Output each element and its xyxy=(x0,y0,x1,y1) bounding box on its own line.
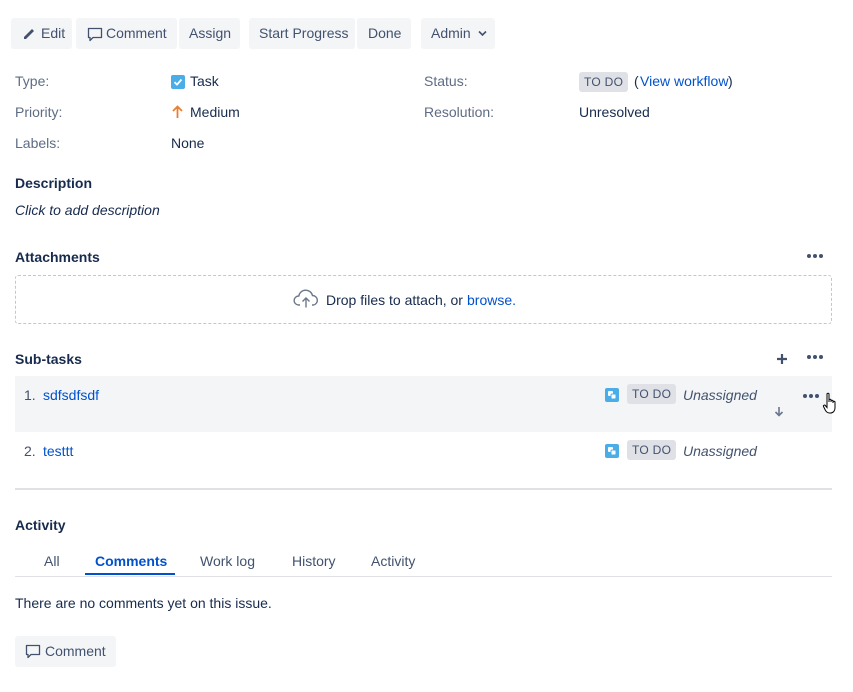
attachments-more-icon[interactable] xyxy=(807,254,827,260)
view-workflow-link[interactable]: View workflow xyxy=(640,72,728,90)
priority-label: Priority: xyxy=(15,104,63,120)
move-down-icon[interactable] xyxy=(774,406,784,417)
tab-history[interactable]: History xyxy=(292,552,336,570)
subtask-row[interactable]: 2. testtt TO DO Unassigned xyxy=(15,432,832,488)
description-heading: Description xyxy=(15,175,93,191)
tab-activity[interactable]: Activity xyxy=(371,552,415,570)
type-value: Task xyxy=(190,73,219,89)
subtask-link[interactable]: sdfsdfsdf xyxy=(43,386,99,404)
start-progress-label: Start Progress xyxy=(259,25,349,41)
status-label: Status: xyxy=(424,73,468,89)
comment-label: Comment xyxy=(106,25,167,41)
active-tab-indicator xyxy=(85,573,175,575)
view-workflow-close-paren: ) xyxy=(728,73,733,89)
admin-dropdown[interactable]: Admin xyxy=(421,18,495,49)
plus-icon[interactable] xyxy=(776,353,788,365)
subtask-link[interactable]: testtt xyxy=(43,442,73,460)
admin-label: Admin xyxy=(431,25,471,41)
subtask-assignee[interactable]: Unassigned xyxy=(683,386,757,404)
subtask-icon xyxy=(605,388,619,402)
activity-heading: Activity xyxy=(15,517,66,533)
done-button[interactable]: Done xyxy=(357,18,411,49)
subtask-status-lozenge[interactable]: TO DO xyxy=(627,440,677,460)
hand-cursor-icon xyxy=(822,392,836,414)
priority-medium-icon xyxy=(172,105,183,118)
comment-icon xyxy=(25,644,41,659)
cloud-upload-icon xyxy=(293,289,318,308)
drop-files-text: Drop files to attach, or xyxy=(326,292,463,308)
subtask-number: 1. xyxy=(24,387,36,403)
view-workflow-open-paren: ( xyxy=(634,73,639,89)
section-divider xyxy=(15,488,832,490)
add-comment-label: Comment xyxy=(45,643,106,659)
attachments-heading: Attachments xyxy=(15,249,100,265)
subtask-icon xyxy=(605,444,619,458)
assign-label: Assign xyxy=(189,25,232,41)
subtask-row[interactable]: 1. sdfsdfsdf TO DO Unassigned xyxy=(15,376,832,432)
type-label: Type: xyxy=(15,73,50,89)
subtask-actions-icon[interactable] xyxy=(803,394,823,400)
resolution-label: Resolution: xyxy=(424,104,495,120)
done-label: Done xyxy=(368,25,402,41)
subtask-number: 2. xyxy=(24,443,36,459)
resolution-value: Unresolved xyxy=(579,104,650,120)
labels-label: Labels: xyxy=(15,135,61,151)
no-comments-message: There are no comments yet on this issue. xyxy=(15,595,272,611)
chevron-down-icon xyxy=(478,30,487,37)
tab-comments[interactable]: Comments xyxy=(95,552,167,570)
add-comment-button[interactable]: Comment xyxy=(15,636,116,667)
description-placeholder[interactable]: Click to add description xyxy=(15,201,160,219)
tabs-baseline xyxy=(15,576,832,577)
subtasks-heading: Sub-tasks xyxy=(15,351,82,367)
browse-link[interactable]: browse. xyxy=(467,291,516,309)
edit-label: Edit xyxy=(41,25,66,41)
pencil-icon xyxy=(24,29,34,39)
task-icon xyxy=(171,75,185,89)
tab-all[interactable]: All xyxy=(44,552,60,570)
labels-value: None xyxy=(171,135,205,151)
tab-work-log[interactable]: Work log xyxy=(200,552,255,570)
subtasks-more-icon[interactable] xyxy=(807,355,827,361)
attachment-dropzone[interactable]: Drop files to attach, or browse. xyxy=(15,275,832,324)
status-lozenge: TO DO xyxy=(579,72,629,92)
comment-icon xyxy=(87,27,103,42)
priority-value: Medium xyxy=(190,104,240,120)
start-progress-button[interactable]: Start Progress xyxy=(249,18,355,49)
subtask-assignee[interactable]: Unassigned xyxy=(683,442,757,460)
edit-button[interactable]: Edit xyxy=(11,18,72,49)
comment-button[interactable]: Comment xyxy=(76,18,177,49)
assign-button[interactable]: Assign xyxy=(179,18,240,49)
subtask-status-lozenge[interactable]: TO DO xyxy=(627,384,677,404)
